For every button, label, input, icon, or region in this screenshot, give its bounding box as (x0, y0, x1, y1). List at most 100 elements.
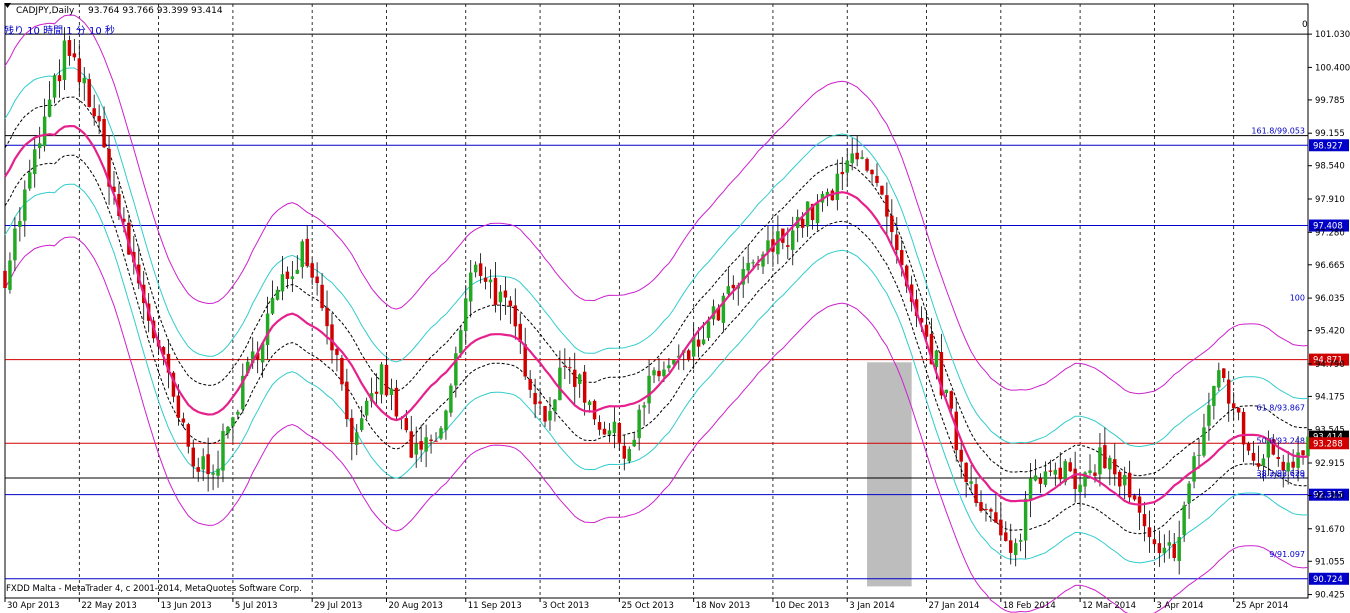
candle-body (231, 417, 235, 427)
candle-body (389, 388, 394, 395)
candle-body (1147, 527, 1152, 538)
candle-body (325, 307, 329, 327)
candle-body (1018, 540, 1023, 542)
candle-body (1207, 405, 1211, 426)
candle-body (483, 277, 488, 282)
date-tick-label: 3 Oct 2013 (542, 601, 589, 611)
candle-body (1004, 532, 1008, 541)
candle-body (949, 391, 954, 409)
candle-body (800, 218, 805, 228)
date-tick-label: 3 Jan 2014 (849, 601, 895, 611)
candle-body (1023, 498, 1028, 541)
copyright-text: FXDD Malta - MetaTrader 4, c 2001-2014, … (6, 584, 302, 594)
candle-body (612, 421, 617, 434)
candle-body (577, 374, 582, 384)
candle-body (1172, 543, 1176, 558)
candle-body (265, 313, 270, 346)
candle-body (850, 153, 854, 164)
candle-body (1093, 472, 1097, 476)
candle-body (865, 158, 869, 171)
candle-body (657, 370, 661, 377)
candle-body (895, 234, 899, 251)
candle-body (533, 392, 537, 405)
corner-label: 0 (1302, 20, 1308, 30)
price-tick-label: 94.175 (1315, 392, 1345, 402)
candle-body (409, 431, 413, 458)
candle-body (870, 169, 874, 175)
candle-body (42, 116, 47, 147)
candle-body (1038, 478, 1043, 484)
candle-body (791, 230, 795, 250)
candle-body (815, 203, 820, 224)
candle-body (662, 369, 666, 377)
candle-body (464, 298, 468, 332)
candle-body (1043, 471, 1048, 485)
candle-body (597, 422, 602, 430)
bar-countdown: 残り 10 時間 1 分 10 秒 (4, 24, 115, 37)
candle-body (478, 263, 483, 276)
fib-level-label: 9/91.097 (1269, 550, 1305, 559)
candle-body (236, 411, 240, 415)
candle-body (498, 291, 503, 303)
price-tick-label: 100.400 (1315, 63, 1350, 73)
candle-body (23, 189, 27, 221)
candle-body (617, 422, 622, 443)
price-tick-label: 97.280 (1315, 228, 1345, 238)
chart-ohlc: 93.764 93.766 93.399 93.414 (88, 6, 223, 16)
candle-body (1068, 462, 1072, 472)
price-tick-label: 94.790 (1315, 360, 1345, 370)
price-tick-label: 90.425 (1315, 591, 1345, 601)
candle-body (394, 387, 399, 417)
date-tick-label: 29 Jul 2013 (314, 601, 362, 611)
date-tick-label: 5 Jul 2013 (235, 601, 278, 611)
candle-body (587, 401, 592, 406)
date-tick-label: 10 Dec 2013 (775, 601, 829, 611)
price-tag-label: 90.724 (1313, 575, 1343, 585)
candle-body (786, 245, 790, 247)
candle-body (340, 357, 344, 385)
candle-body (439, 428, 443, 439)
candle-body (627, 448, 631, 462)
candle-body (196, 467, 200, 472)
candle-body (13, 228, 17, 261)
candle-body (1122, 475, 1127, 486)
candle-body (523, 344, 527, 377)
candle-body (1142, 514, 1147, 527)
candle-body (419, 441, 423, 450)
date-tick-label: 13 Jun 2013 (161, 601, 212, 611)
candle-body (8, 260, 12, 290)
candle-body (528, 379, 532, 390)
candle-body (1236, 407, 1241, 413)
candle-body (964, 462, 968, 482)
candle-body (1127, 472, 1132, 498)
candle-body (434, 440, 438, 442)
candle-body (855, 152, 859, 160)
candle-body (513, 305, 518, 327)
candle-body (1222, 368, 1226, 379)
candle-body (607, 430, 612, 435)
candle-body (102, 118, 106, 148)
candle-body (1261, 458, 1266, 466)
candle-body (1187, 483, 1191, 504)
price-tick-label: 97.910 (1315, 195, 1345, 205)
candle-body (1058, 467, 1063, 480)
candle-body (359, 418, 364, 431)
candle-body (637, 409, 641, 439)
candle-body (295, 269, 300, 274)
candle-body (1073, 468, 1077, 490)
candle-body (97, 115, 101, 122)
candle-body (1256, 463, 1261, 467)
date-tick-label: 22 May 2013 (81, 601, 136, 611)
candle-body (568, 367, 572, 369)
candle-body (191, 447, 196, 467)
candle-body (503, 290, 508, 298)
candle-body (1117, 471, 1122, 487)
candle-body (989, 509, 993, 512)
candle-body (488, 279, 493, 283)
date-tick-label: 11 Sep 2013 (468, 601, 522, 611)
price-tag-label: 98.927 (1313, 141, 1343, 151)
candle-body (1088, 470, 1092, 473)
price-chart[interactable]: 161.8/99.053 100 61.8/93.867 50.0/93.248 38.… (0, 0, 1350, 613)
candle-body (473, 264, 478, 273)
candle-body (1113, 459, 1117, 475)
